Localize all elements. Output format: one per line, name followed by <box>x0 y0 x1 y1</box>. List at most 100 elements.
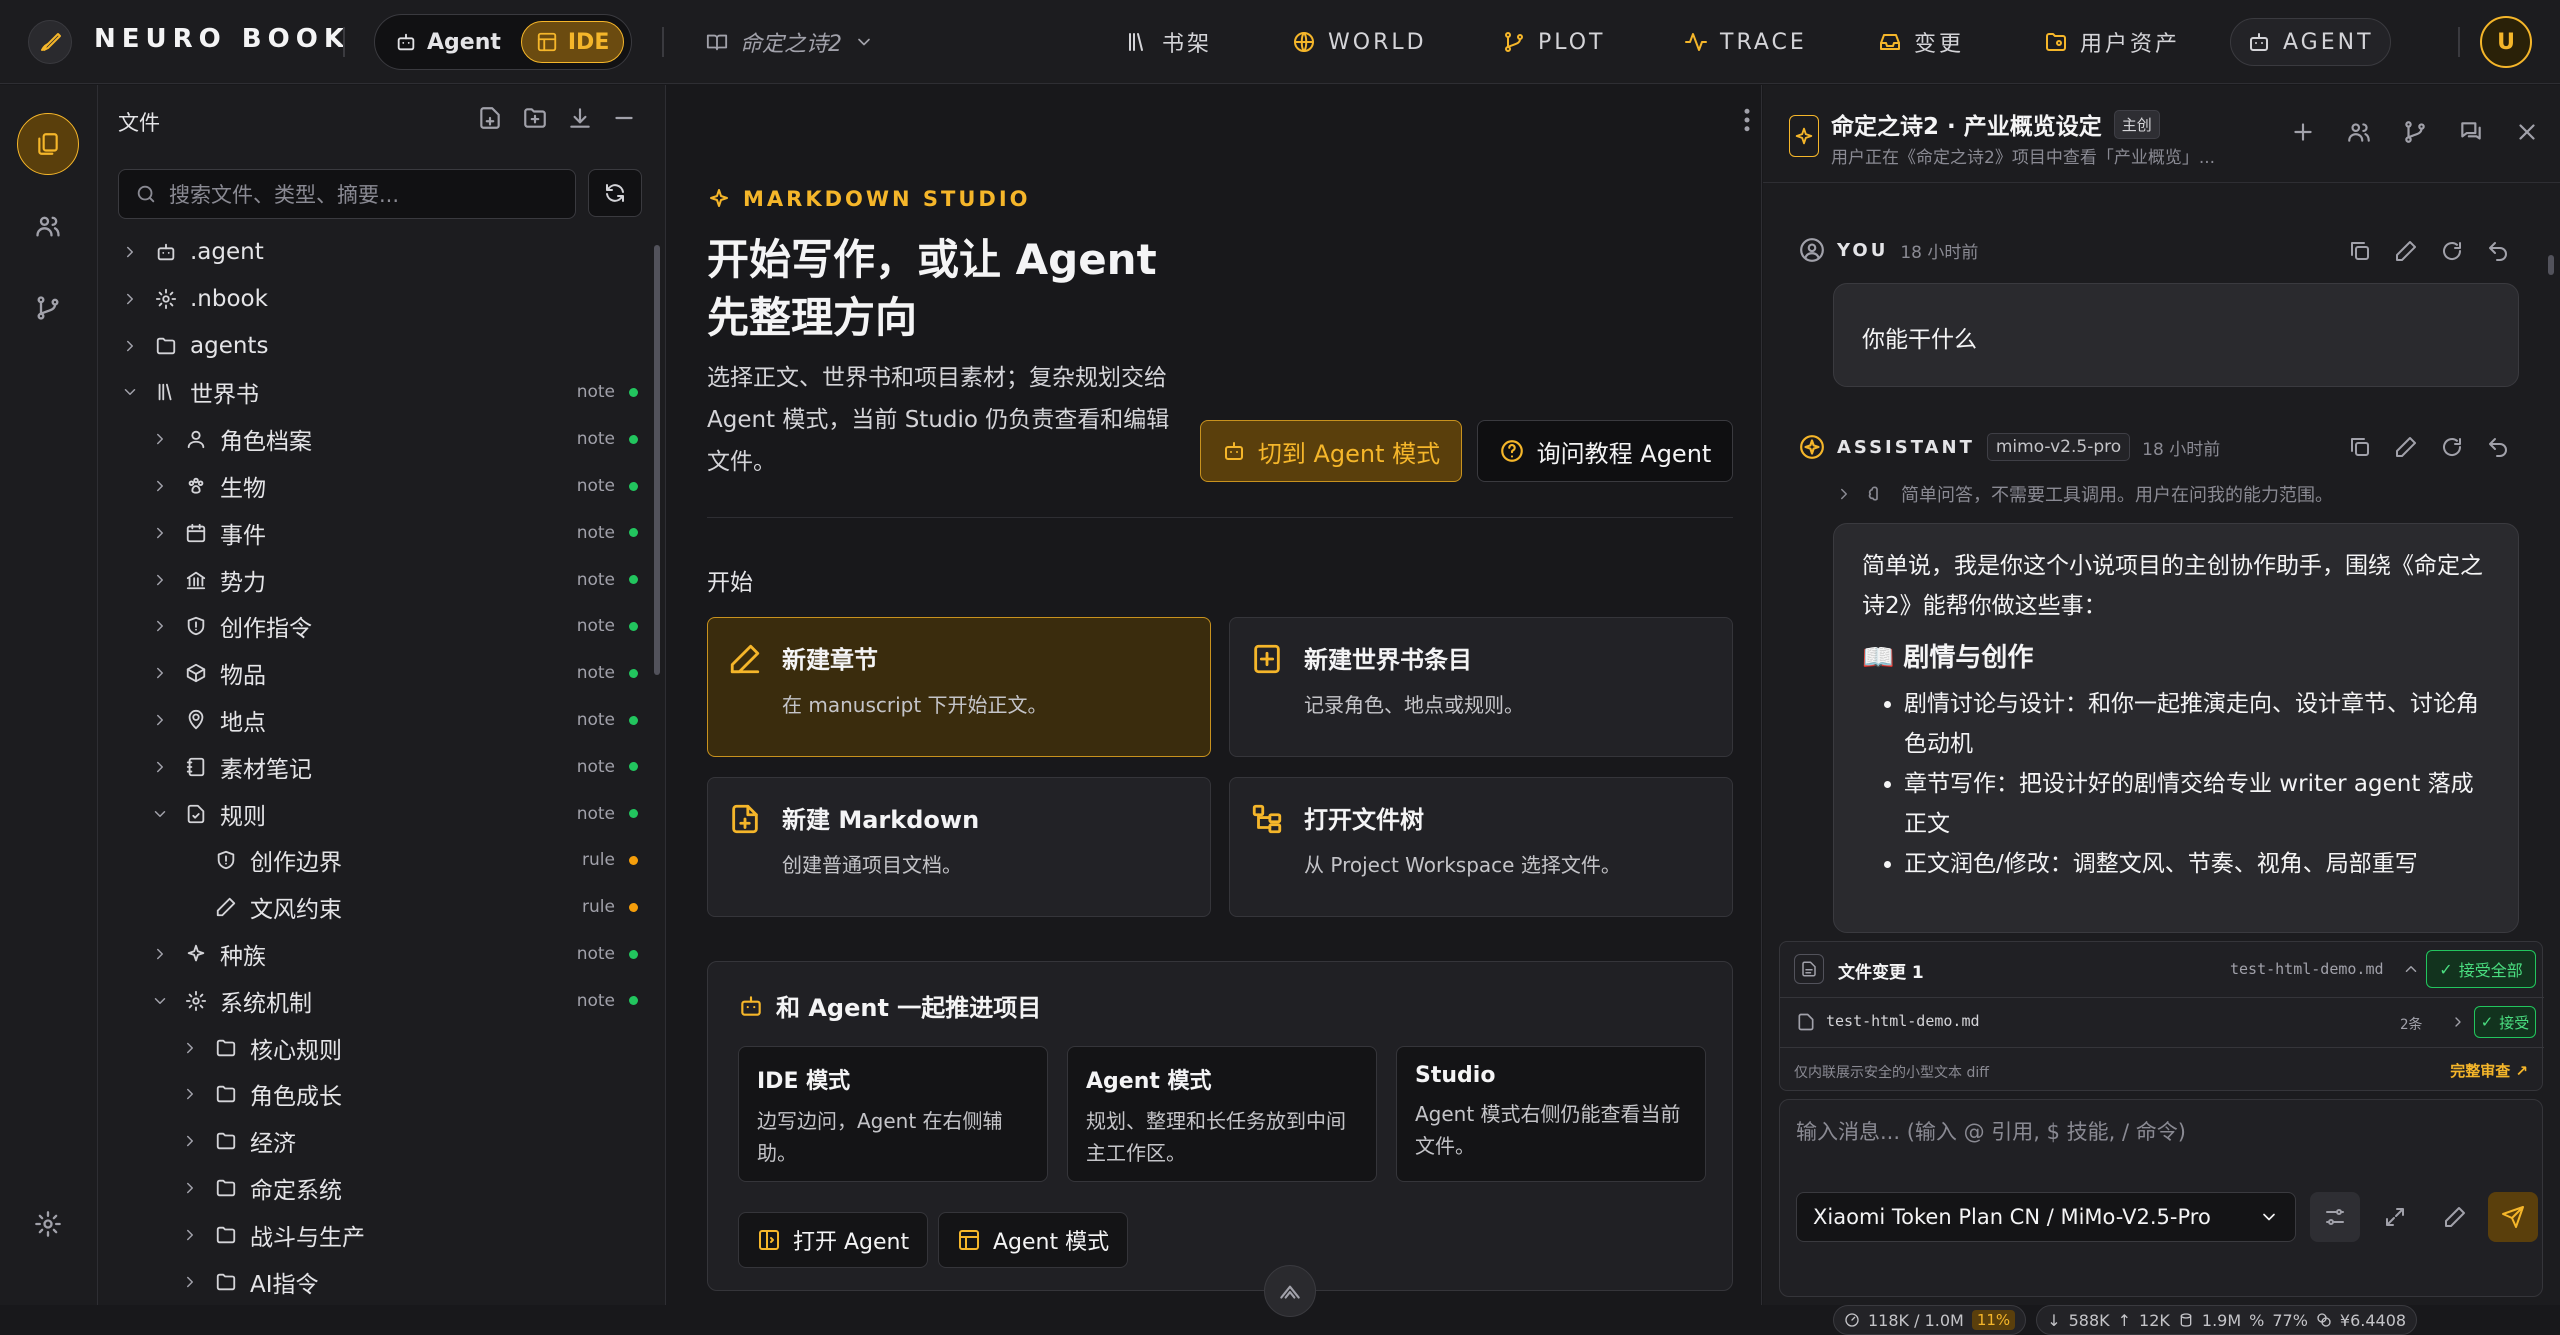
tree-toggle[interactable] <box>120 337 140 355</box>
tree-toggle[interactable] <box>150 758 170 776</box>
new-file-icon[interactable] <box>477 105 503 131</box>
tree-item[interactable]: 角色档案 note <box>98 416 654 462</box>
tree-toggle[interactable] <box>150 992 170 1010</box>
project-selector[interactable]: 命定之诗2 <box>706 26 874 58</box>
regenerate-icon[interactable] <box>2440 239 2464 263</box>
tree-toggle[interactable] <box>150 571 170 589</box>
tree-toggle[interactable] <box>120 290 140 308</box>
nav-bookshelf[interactable]: 书架 <box>1110 18 1228 66</box>
tree-toggle[interactable] <box>180 1132 200 1150</box>
agent-mode-button[interactable]: Agent 模式 <box>938 1212 1129 1268</box>
tree-toggle[interactable] <box>120 243 140 261</box>
expand-button[interactable] <box>2370 1192 2420 1242</box>
new-worldbook-entry-card[interactable]: 新建世界书条目 记录角色、地点或规则。 <box>1229 617 1733 757</box>
tree-item[interactable]: 素材笔记 note <box>98 744 654 790</box>
tree-toggle[interactable] <box>180 1226 200 1244</box>
tree-item[interactable]: 地点 note <box>98 697 654 743</box>
tree-toggle[interactable] <box>150 711 170 729</box>
tree-item[interactable]: 文风约束 rule <box>98 884 654 930</box>
users-icon[interactable] <box>2346 119 2372 145</box>
download-icon[interactable] <box>567 105 593 131</box>
tree-item[interactable]: AI指令 <box>98 1259 654 1305</box>
logo-icon[interactable] <box>28 20 72 64</box>
tree-item[interactable]: agents <box>98 323 654 369</box>
tree-toggle[interactable] <box>150 945 170 963</box>
accept-all-button[interactable]: ✓ 接受全部 <box>2426 950 2536 988</box>
thinking-toggle[interactable]: 简单问答，不需要工具调用。用户在问我的能力范围。 <box>1835 481 2333 507</box>
tree-item[interactable]: 命定系统 <box>98 1165 654 1211</box>
new-markdown-card[interactable]: 新建 Markdown 创建普通项目文档。 <box>707 777 1211 917</box>
studio-mode-card[interactable]: Studio Agent 模式右侧仍能查看当前文件。 <box>1396 1046 1706 1182</box>
switch-agent-mode-button[interactable]: 切到 Agent 模式 <box>1200 420 1462 482</box>
open-file-tree-card[interactable]: 打开文件树从 Project Workspace 选择文件。 <box>1229 777 1733 917</box>
message-input[interactable]: 输入消息... (输入 @ 引用, $ 技能, / 命令) <box>1796 1116 2186 1146</box>
ide-mode-card[interactable]: IDE 模式 边写边问，Agent 在右侧辅助。 <box>738 1046 1048 1182</box>
branch-icon[interactable] <box>2402 119 2428 145</box>
nav-plot[interactable]: PLOT <box>1486 18 1622 66</box>
tree-item[interactable]: 世界书 note <box>98 369 654 415</box>
chevron-right-icon[interactable] <box>2450 1014 2466 1030</box>
chat-history-icon[interactable] <box>2458 119 2484 145</box>
tree-item[interactable]: .nbook <box>98 276 654 322</box>
tree-item[interactable]: .agent <box>98 229 654 275</box>
nav-agent[interactable]: AGENT <box>2230 18 2391 66</box>
tree-toggle[interactable] <box>120 383 140 401</box>
collapse-bottom-button[interactable] <box>1264 1265 1316 1317</box>
chevron-up-icon[interactable] <box>2402 960 2420 978</box>
plus-icon[interactable] <box>2290 119 2316 145</box>
refresh-button[interactable] <box>588 169 642 217</box>
tree-item[interactable]: 角色成长 <box>98 1071 654 1117</box>
new-chapter-card[interactable]: 新建章节在 manuscript 下开始正文。 <box>707 617 1211 757</box>
tree-item[interactable]: 事件 note <box>98 510 654 556</box>
tree-item[interactable]: 经济 <box>98 1118 654 1164</box>
regenerate-icon[interactable] <box>2440 435 2464 459</box>
tree-toggle[interactable] <box>180 1085 200 1103</box>
tree-item[interactable]: 种族 note <box>98 931 654 977</box>
full-review-link[interactable]: 完整审查 ↗ <box>2450 1060 2528 1081</box>
send-button[interactable] <box>2488 1192 2538 1242</box>
undo-icon[interactable] <box>2486 239 2510 263</box>
avatar[interactable]: U <box>2480 16 2532 68</box>
tree-item[interactable]: 规则 note <box>98 791 654 837</box>
undo-icon[interactable] <box>2486 435 2510 459</box>
git-rail-button[interactable] <box>17 277 79 339</box>
tree-item[interactable]: 物品 note <box>98 650 654 696</box>
chat-scrollbar[interactable] <box>2548 255 2554 275</box>
tree-toggle[interactable] <box>150 430 170 448</box>
tree-item[interactable]: 核心规则 <box>98 1025 654 1071</box>
tree-item[interactable]: 系统机制 note <box>98 978 654 1024</box>
tree-toggle[interactable] <box>150 805 170 823</box>
tree-item[interactable]: 创作边界 rule <box>98 837 654 883</box>
options-button[interactable] <box>2310 1192 2360 1242</box>
tree-toggle[interactable] <box>180 1039 200 1057</box>
new-folder-icon[interactable] <box>521 105 549 131</box>
copy-icon[interactable] <box>2348 435 2372 459</box>
mode-ide-button[interactable]: IDE <box>520 21 625 63</box>
collapse-icon[interactable] <box>611 105 637 131</box>
edit-icon[interactable] <box>2394 239 2418 263</box>
files-rail-button[interactable] <box>17 113 79 175</box>
more-icon[interactable] <box>1737 105 1757 135</box>
agent-mode-card[interactable]: Agent 模式 规划、整理和长任务放到中间主工作区。 <box>1067 1046 1377 1182</box>
file-search-input[interactable]: 搜索文件、类型、摘要... <box>118 169 576 219</box>
nav-trace[interactable]: TRACE <box>1668 18 1823 66</box>
copy-icon[interactable] <box>2348 239 2372 263</box>
close-icon[interactable] <box>2514 119 2540 145</box>
model-select[interactable]: Xiaomi Token Plan CN / MiMo-V2.5-Pro <box>1796 1192 2296 1242</box>
tree-toggle[interactable] <box>180 1179 200 1197</box>
tree-item[interactable]: 势力 note <box>98 557 654 603</box>
tree-item[interactable]: 战斗与生产 <box>98 1212 654 1258</box>
mode-agent-button[interactable]: Agent <box>381 21 515 63</box>
tree-toggle[interactable] <box>150 477 170 495</box>
tree-toggle[interactable] <box>150 664 170 682</box>
edit-mode-button[interactable] <box>2430 1192 2480 1242</box>
tree-item[interactable]: 创作指令 note <box>98 603 654 649</box>
changes-row[interactable]: test-html-demo.md 2条 ✓ 接受 <box>1780 998 2544 1048</box>
tree-toggle[interactable] <box>150 617 170 635</box>
tree-toggle[interactable] <box>180 1273 200 1291</box>
nav-changes[interactable]: 变更 <box>1862 18 1980 66</box>
accept-button[interactable]: ✓ 接受 <box>2474 1006 2536 1038</box>
tree-scrollbar[interactable] <box>654 245 660 675</box>
open-agent-button[interactable]: 打开 Agent <box>738 1212 929 1268</box>
nav-user-assets[interactable]: 用户资产 <box>2028 18 2196 66</box>
